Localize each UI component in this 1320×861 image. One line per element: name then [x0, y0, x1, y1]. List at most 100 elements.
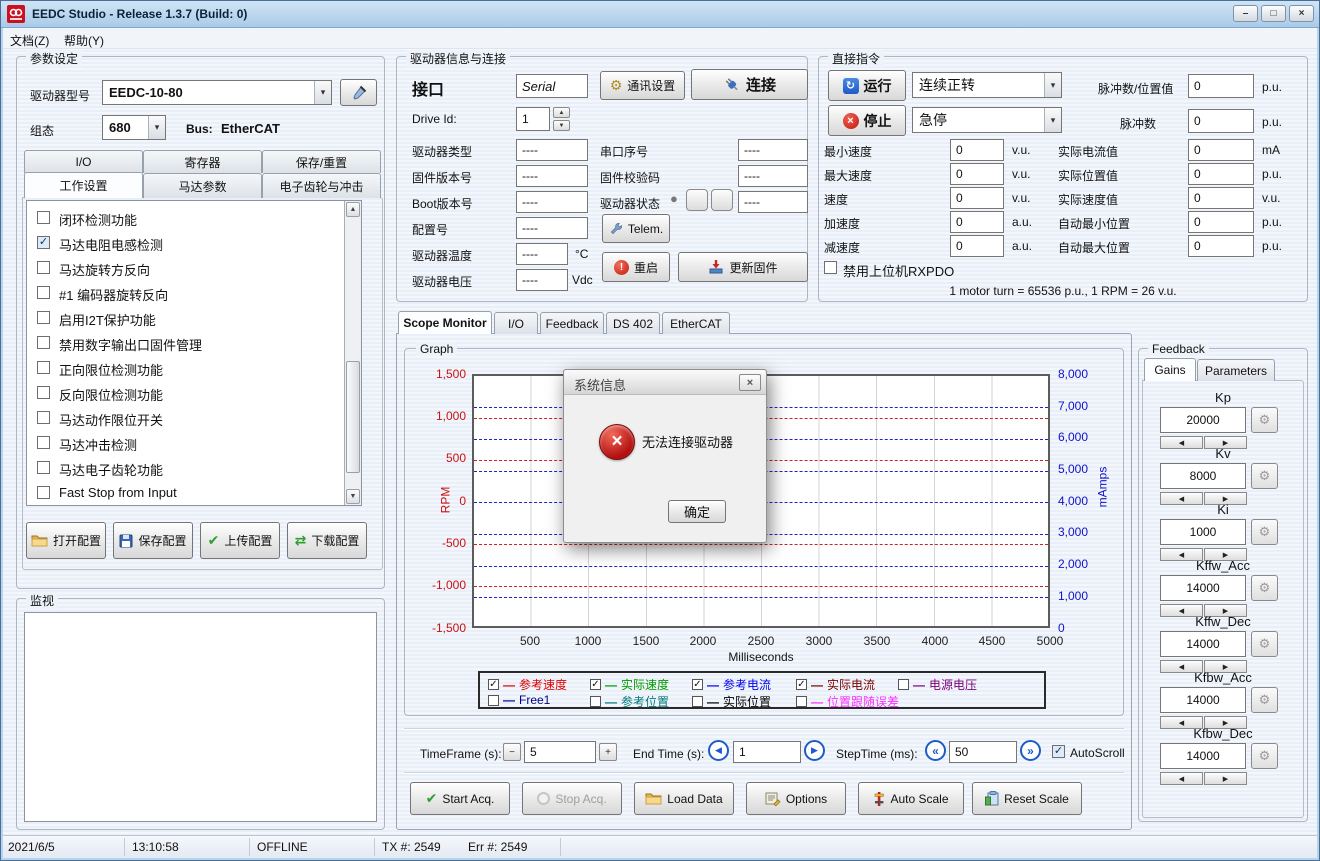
tab-main-feedback[interactable]: Feedback	[540, 312, 604, 334]
chevron-down-icon[interactable]: ▾	[1044, 73, 1061, 97]
upload-config-button[interactable]: ✔ 上传配置	[200, 522, 280, 559]
tab-registers[interactable]: 寄存器	[143, 150, 262, 173]
checkbox[interactable]	[37, 286, 50, 299]
legend-checkbox-checked[interactable]: ✓	[488, 679, 499, 690]
legend-checkbox[interactable]	[692, 696, 703, 707]
tab-egear-impact[interactable]: 电子齿轮与冲击	[262, 173, 381, 198]
legend-checkbox-checked[interactable]: ✓	[692, 679, 703, 690]
restart-button[interactable]: ! 重启	[602, 252, 670, 282]
legend-checkbox[interactable]	[898, 679, 909, 690]
dialog-title-bar[interactable]: 系统信息 ×	[564, 370, 766, 395]
checkbox[interactable]	[37, 411, 50, 424]
gain-input-kv[interactable]: 8000	[1160, 463, 1246, 489]
tab-parameters[interactable]: Parameters	[1197, 359, 1275, 381]
gain-input-kfbw-dec[interactable]: 14000	[1160, 743, 1246, 769]
auto-min-pos-input[interactable]: 0	[1188, 211, 1254, 233]
checkbox[interactable]	[37, 311, 50, 324]
menu-item-file[interactable]: 文档(Z)	[10, 32, 49, 49]
start-acq-button[interactable]: ✔ Start Acq.	[410, 782, 510, 815]
tab-scope-monitor[interactable]: Scope Monitor	[398, 311, 492, 334]
chevron-down-icon[interactable]: ▾	[1044, 108, 1061, 132]
gain-gear-button[interactable]: ⚙	[1251, 407, 1278, 433]
chevron-down-icon[interactable]: ▾	[148, 116, 165, 139]
endtime-input[interactable]: 1	[733, 741, 801, 763]
legend-checkbox-checked[interactable]: ✓	[590, 679, 601, 690]
tab-main-io[interactable]: I/O	[494, 312, 538, 334]
gain-input-kfbw-acc[interactable]: 14000	[1160, 687, 1246, 713]
endtime-skip-end-button[interactable]: ▶	[804, 740, 825, 761]
tab-ds402[interactable]: DS 402	[606, 312, 660, 334]
checkbox[interactable]	[37, 436, 50, 449]
autoscroll-checkbox[interactable]: ✓	[1052, 745, 1065, 758]
chevron-down-icon[interactable]: ▾	[314, 81, 331, 104]
gain-gear-button[interactable]: ⚙	[1251, 631, 1278, 657]
dialog-ok-button[interactable]: 确定	[668, 500, 726, 523]
legend-checkbox-checked[interactable]: ✓	[796, 679, 807, 690]
comm-settings-button[interactable]: ⚙ 通讯设置	[600, 71, 685, 100]
steptime-rewind-button[interactable]: «	[925, 740, 946, 761]
max-speed-input[interactable]: 0	[950, 163, 1004, 185]
auto-max-pos-input[interactable]: 0	[1188, 235, 1254, 257]
tab-io[interactable]: I/O	[24, 150, 143, 173]
checkbox[interactable]	[37, 261, 50, 274]
gain-input-kffw-acc[interactable]: 14000	[1160, 575, 1246, 601]
tab-save-reset[interactable]: 保存/重置	[262, 150, 381, 173]
speed-input[interactable]: 0	[950, 187, 1004, 209]
checkbox[interactable]	[37, 386, 50, 399]
open-config-button[interactable]: 打开配置	[26, 522, 106, 559]
scrollbar-thumb[interactable]	[346, 361, 360, 473]
gain-dec-button[interactable]: ◀	[1160, 772, 1203, 785]
pulse-pos-input[interactable]: 0	[1188, 74, 1254, 98]
gain-gear-button[interactable]: ⚙	[1251, 687, 1278, 713]
endtime-skip-start-button[interactable]: ◀	[708, 740, 729, 761]
save-config-button[interactable]: 保存配置	[113, 522, 193, 559]
legend-checkbox[interactable]	[488, 695, 499, 706]
load-data-button[interactable]: Load Data	[634, 782, 734, 815]
legend-checkbox[interactable]	[590, 696, 601, 707]
checkbox[interactable]	[37, 486, 50, 499]
checkbox-checked[interactable]: ✓	[37, 236, 50, 249]
tab-ethercat[interactable]: EtherCAT	[662, 312, 730, 334]
checklist-scrollbar[interactable]: ▲ ▼	[344, 201, 361, 505]
status-button-2[interactable]	[711, 189, 733, 211]
run-button[interactable]: ↻ 运行	[828, 70, 906, 101]
telem-button[interactable]: Telem.	[602, 214, 670, 243]
minimize-button[interactable]: –	[1233, 5, 1258, 22]
drive-id-spin-up[interactable]: ▲	[553, 107, 570, 118]
drive-id-spin-down[interactable]: ▼	[553, 120, 570, 131]
timeframe-input[interactable]: 5	[524, 741, 596, 763]
gain-input-kffw-dec[interactable]: 14000	[1160, 631, 1246, 657]
pulse-input[interactable]: 0	[1188, 109, 1254, 133]
options-button[interactable]: Options	[746, 782, 846, 815]
close-button[interactable]: ×	[1289, 5, 1314, 22]
update-firmware-button[interactable]: 更新固件	[678, 252, 808, 282]
connect-button[interactable]: 连接	[691, 69, 808, 100]
tab-gains[interactable]: Gains	[1144, 358, 1196, 381]
min-speed-input[interactable]: 0	[950, 139, 1004, 161]
maximize-button[interactable]: □	[1261, 5, 1286, 22]
gain-gear-button[interactable]: ⚙	[1251, 519, 1278, 545]
gain-gear-button[interactable]: ⚙	[1251, 743, 1278, 769]
download-config-button[interactable]: ⇄ 下载配置	[287, 522, 367, 559]
dialog-close-button[interactable]: ×	[739, 374, 761, 391]
decel-input[interactable]: 0	[950, 235, 1004, 257]
interface-input[interactable]: Serial	[516, 74, 588, 98]
checkbox[interactable]	[37, 336, 50, 349]
rxpdo-checkbox[interactable]	[824, 261, 837, 274]
run-mode-combo[interactable]: 连续正转 ▾	[912, 72, 1062, 98]
checkbox[interactable]	[37, 361, 50, 374]
status-button-1[interactable]	[686, 189, 708, 211]
checkbox[interactable]	[37, 461, 50, 474]
reset-scale-button[interactable]: Reset Scale	[972, 782, 1082, 815]
gain-input-ki[interactable]: 1000	[1160, 519, 1246, 545]
accel-input[interactable]: 0	[950, 211, 1004, 233]
drive-id-input[interactable]: 1	[516, 107, 550, 131]
gain-input-kp[interactable]: 20000	[1160, 407, 1246, 433]
scroll-down-button[interactable]: ▼	[346, 489, 360, 504]
scroll-up-button[interactable]: ▲	[346, 202, 360, 217]
steptime-input[interactable]: 50	[949, 741, 1017, 763]
tab-motor-params[interactable]: 马达参数	[143, 173, 262, 198]
timeframe-minus-button[interactable]: −	[503, 743, 521, 761]
drive-model-combo[interactable]: EEDC-10-80 ▾	[102, 80, 332, 105]
legend-checkbox[interactable]	[796, 696, 807, 707]
